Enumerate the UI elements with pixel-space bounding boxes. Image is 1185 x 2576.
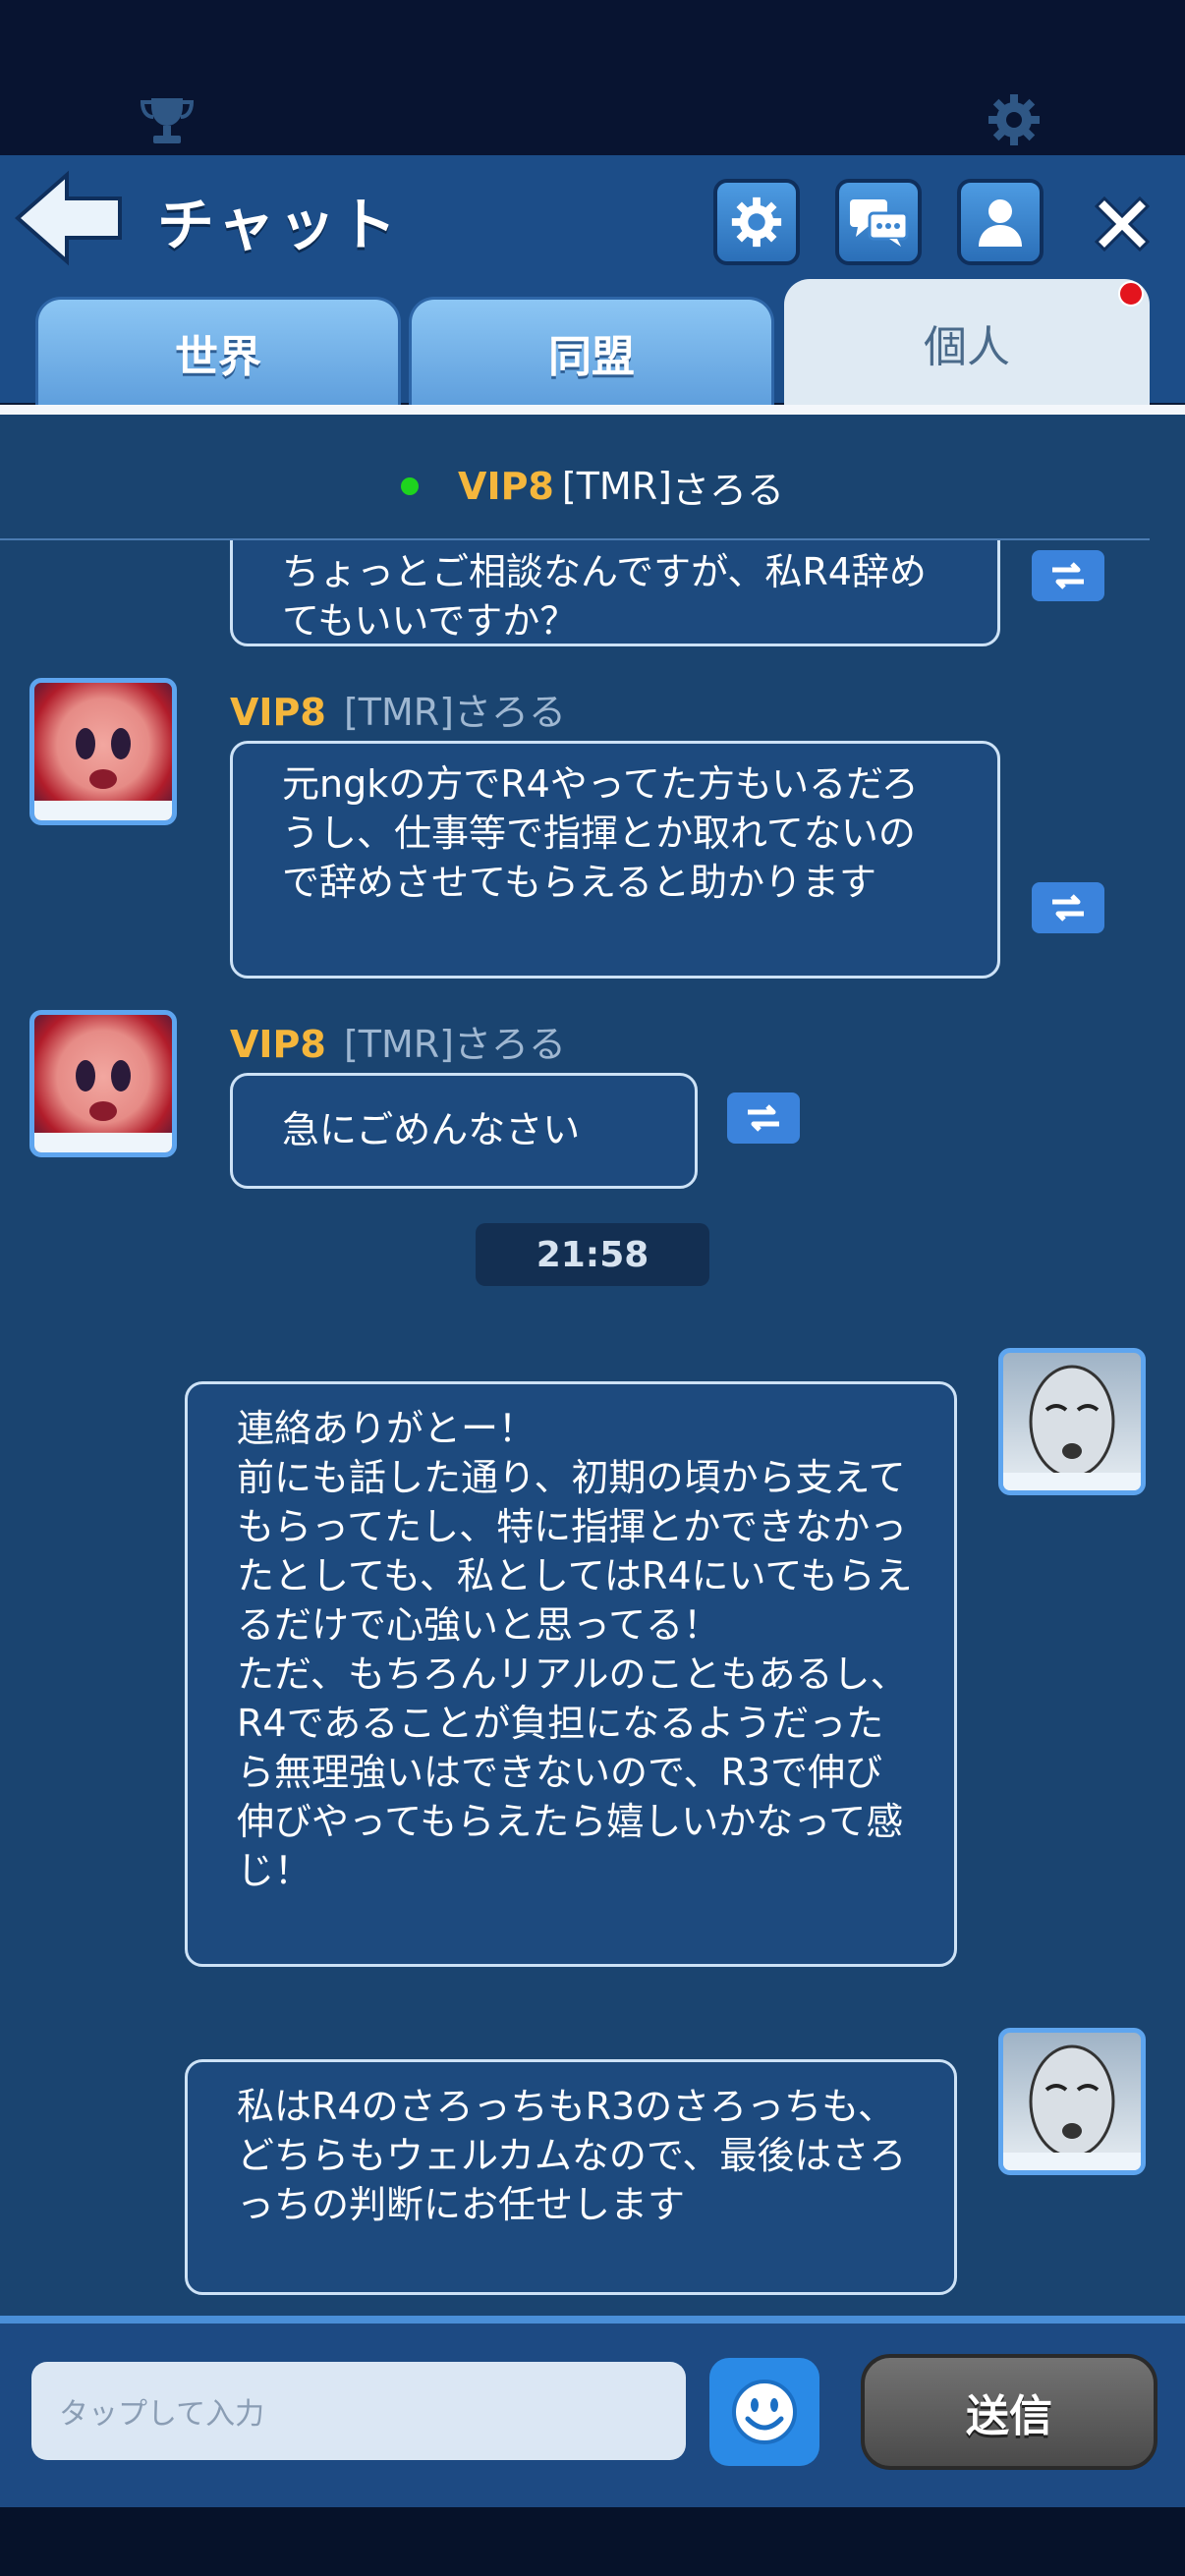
sender-tag: [TMR] (343, 1023, 454, 1066)
message-text: 急にごめんなさい (282, 1108, 581, 1151)
translate-button[interactable] (727, 1092, 800, 1144)
sender-vip: VIP8 (230, 1023, 326, 1066)
avatar-image (34, 1060, 172, 1152)
gear-icon[interactable] (985, 90, 1044, 149)
trophy-icon[interactable] (138, 90, 197, 149)
swap-arrows-icon (1052, 562, 1084, 589)
sender-tag: [TMR] (343, 691, 454, 734)
message-text: 元ngkの方でR4やってた方もいるだろうし、仕事等で指揮とか取れてないので辞めさ… (282, 762, 919, 904)
message-bubble[interactable]: 急にごめんなさい (230, 1073, 698, 1189)
contact-tag: [TMR] (561, 465, 672, 508)
chat-list-button[interactable] (835, 179, 922, 265)
profile-button[interactable] (957, 179, 1044, 265)
tab-personal[interactable]: 個人 (784, 279, 1150, 407)
tab-underline (0, 405, 1185, 415)
system-nav-bar (0, 2507, 1185, 2576)
chat-bubbles-icon (850, 199, 909, 247)
online-status-dot (401, 477, 420, 495)
back-arrow-icon (14, 170, 122, 266)
divider (0, 538, 1150, 540)
smiley-icon (732, 2380, 797, 2444)
timestamp: 21:58 (476, 1223, 709, 1286)
page-title: チャット (157, 192, 401, 258)
avatar[interactable] (998, 2028, 1146, 2175)
message-bubble-own[interactable]: 私はR4のさろっちもR3のさろっちも、どちらもウェルカムなので、最後はさろっちの… (185, 2059, 957, 2295)
sender-vip: VIP8 (230, 691, 326, 734)
message-text: 私はR4のさろっちもR3のさろっちも、どちらもウェルカムなので、最後はさろっちの… (237, 2085, 907, 2226)
avatar[interactable] (998, 1348, 1146, 1495)
avatar[interactable] (29, 1010, 177, 1157)
message-text: ちょっとご相談なんですが、私R4辞めてもいいですか？ (282, 550, 927, 643)
sender-nickname: さろる (454, 1023, 567, 1066)
message-text: 連絡ありがとー！ 前にも話した通り、初期の頃から支えてもらってたし、特に指揮とか… (237, 1407, 913, 1892)
emoji-button[interactable] (709, 2358, 819, 2466)
send-button[interactable]: 送信 (861, 2354, 1157, 2470)
close-button[interactable] (1081, 183, 1163, 265)
sender-name: VIP8 [TMR]さろる (230, 682, 566, 736)
message-input[interactable]: タップして入力 (31, 2362, 686, 2460)
swap-arrows-icon (748, 1104, 779, 1132)
notification-dot (1118, 281, 1144, 307)
avatar-image (34, 728, 172, 820)
sender-nickname: さろる (454, 691, 567, 734)
message-bubble[interactable]: 元ngkの方でR4やってた方もいるだろうし、仕事等で指揮とか取れてないので辞めさ… (230, 741, 1000, 979)
tab-alliance[interactable]: 同盟 (409, 297, 774, 405)
close-icon (1094, 196, 1151, 252)
tab-world[interactable]: 世界 (35, 297, 401, 405)
user-icon (979, 199, 1022, 247)
translate-button[interactable] (1032, 882, 1104, 933)
contact-name: さろる (671, 468, 784, 512)
avatar-image (1003, 2044, 1141, 2170)
chat-settings-button[interactable] (713, 179, 800, 265)
translate-button[interactable] (1032, 550, 1104, 601)
gear-icon (731, 196, 782, 248)
sender-name: VIP8 [TMR]さろる (230, 1014, 566, 1068)
avatar-image (1003, 1365, 1141, 1490)
avatar[interactable] (29, 678, 177, 825)
message-bubble-own[interactable]: 連絡ありがとー！ 前にも話した通り、初期の頃から支えてもらってたし、特に指揮とか… (185, 1381, 957, 1967)
contact-vip: VIP8 (458, 465, 554, 508)
back-button[interactable] (14, 169, 128, 267)
chat-contact-header: VIP8 [TMR] さろる (0, 432, 1185, 540)
swap-arrows-icon (1052, 894, 1084, 922)
